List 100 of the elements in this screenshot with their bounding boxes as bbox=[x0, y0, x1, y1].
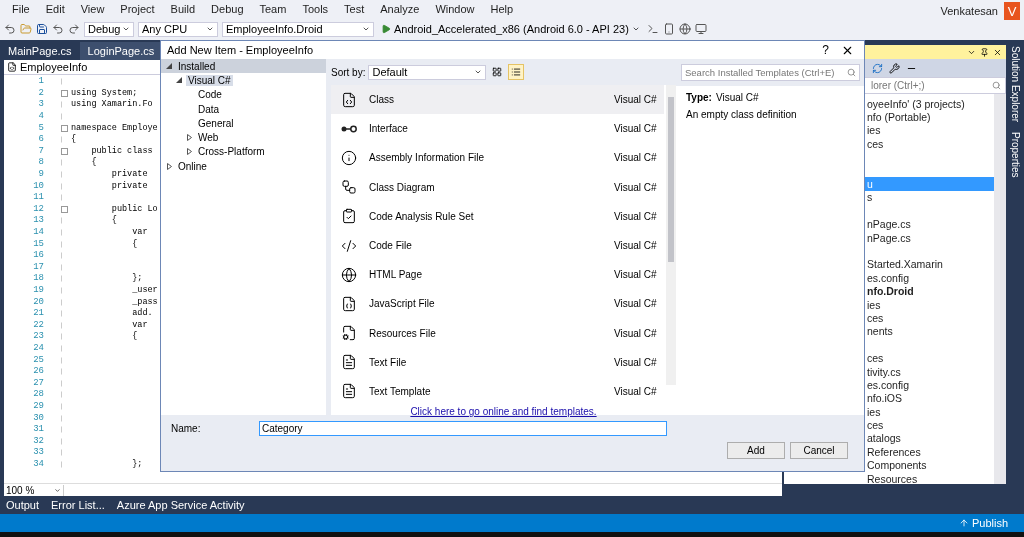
menu-item[interactable]: Tools bbox=[294, 3, 337, 15]
editor-tab[interactable]: MainPage.cs bbox=[0, 42, 80, 60]
tree-item[interactable]: Resources bbox=[784, 471, 994, 484]
type-label: Type: bbox=[686, 92, 712, 103]
code-line: _pass bbox=[131, 296, 158, 308]
play-icon[interactable] bbox=[381, 24, 391, 34]
navigation-label[interactable]: EmployeeInfo bbox=[20, 61, 88, 73]
close-icon[interactable] bbox=[993, 47, 1002, 57]
scrollbar[interactable] bbox=[666, 85, 676, 385]
fold-icon[interactable] bbox=[61, 124, 68, 132]
fold-icon[interactable] bbox=[61, 89, 68, 97]
menu-item[interactable]: Team bbox=[251, 3, 295, 15]
menu-item[interactable]: Build bbox=[162, 3, 204, 15]
pin-icon[interactable] bbox=[980, 47, 989, 57]
menu-item[interactable]: Help bbox=[482, 3, 522, 15]
side-tab[interactable]: Solution Explorer bbox=[1009, 46, 1021, 123]
line-number: 18 bbox=[32, 273, 44, 285]
tree-item[interactable]: Data bbox=[161, 101, 326, 117]
user-name[interactable]: Venkatesan bbox=[940, 5, 998, 17]
monitor-icon[interactable] bbox=[694, 23, 707, 35]
tool-window-tab[interactable]: Azure App Service Activity bbox=[110, 499, 251, 511]
configuration-dropdown[interactable]: Debug bbox=[84, 21, 134, 37]
caret-icon[interactable] bbox=[474, 68, 483, 76]
template-item[interactable]: Interface Visual C# bbox=[331, 114, 664, 144]
line-number: 12 bbox=[32, 203, 44, 215]
globe-icon[interactable] bbox=[678, 23, 691, 35]
add-button[interactable]: Add bbox=[727, 442, 785, 459]
menu-item[interactable]: Test bbox=[336, 3, 373, 15]
search-icon[interactable] bbox=[992, 81, 1001, 90]
arrow-up-icon[interactable] bbox=[958, 518, 969, 528]
code-line: public Lo bbox=[110, 203, 158, 215]
back-icon[interactable] bbox=[4, 23, 16, 35]
run-button[interactable]: Android_Accelerated_x86 (Android 6.0 - API 23) bbox=[378, 20, 643, 38]
refresh-icon[interactable] bbox=[872, 62, 883, 74]
template-item[interactable]: Class Diagram Visual C# bbox=[331, 172, 664, 202]
code-line: var bbox=[131, 227, 148, 238]
tree-item[interactable]: Installed bbox=[161, 59, 326, 74]
side-tab[interactable]: Properties bbox=[1009, 132, 1021, 178]
undo-icon[interactable] bbox=[52, 23, 64, 35]
tree-item[interactable]: Online bbox=[161, 159, 326, 174]
line-number: 19 bbox=[32, 285, 44, 296]
fold-icon[interactable] bbox=[61, 147, 68, 155]
cancel-button[interactable]: Cancel bbox=[790, 442, 848, 459]
search-icon[interactable] bbox=[847, 68, 856, 77]
line-number: 6 bbox=[37, 134, 44, 146]
sort-label: Sort by: bbox=[331, 66, 366, 78]
help-button[interactable]: ? bbox=[822, 43, 829, 57]
tree-item[interactable]: Web bbox=[161, 130, 326, 145]
template-item[interactable]: Class Visual C# bbox=[331, 85, 664, 115]
code-line: }; bbox=[131, 458, 143, 470]
tree-item[interactable]: Visual C# bbox=[161, 73, 326, 88]
search-field[interactable]: Search Installed Templates (Ctrl+E) bbox=[681, 64, 860, 81]
sort-dropdown[interactable]: Default bbox=[368, 64, 487, 80]
tree-item[interactable]: General bbox=[161, 116, 326, 131]
code-line: namespace Employe bbox=[71, 122, 158, 134]
online-templates-link[interactable]: Click here to go online and find templates. bbox=[410, 406, 597, 418]
template-item[interactable]: HTML Page Visual C# bbox=[331, 260, 664, 290]
menu-item[interactable]: Analyze bbox=[372, 3, 428, 15]
caret-icon[interactable] bbox=[362, 25, 370, 33]
code-line: var bbox=[131, 319, 148, 331]
template-item[interactable]: JavaScript File Visual C# bbox=[331, 289, 664, 319]
tool-window-tab[interactable]: Error List... bbox=[45, 499, 111, 511]
publish-button[interactable]: Publish bbox=[952, 516, 1014, 530]
menu-item[interactable]: View bbox=[72, 3, 113, 15]
menu-item[interactable]: Debug bbox=[203, 3, 252, 15]
caret-icon[interactable] bbox=[631, 25, 640, 33]
menu-item[interactable]: Project bbox=[112, 3, 163, 15]
tree-item[interactable]: Cross-Platform bbox=[161, 144, 326, 160]
save-icon[interactable] bbox=[36, 23, 48, 35]
line-number: 34 bbox=[32, 458, 44, 470]
redo-icon[interactable] bbox=[68, 23, 80, 35]
startup-project-dropdown[interactable]: EmployeeInfo.Droid bbox=[222, 21, 374, 37]
caret-icon[interactable] bbox=[206, 25, 214, 33]
user-avatar[interactable]: V bbox=[1004, 2, 1020, 20]
template-item[interactable]: Resources File Visual C# bbox=[331, 318, 664, 348]
zoom-dropdown[interactable]: 100 % bbox=[4, 484, 64, 496]
tool-window-tab[interactable]: Output bbox=[0, 499, 46, 511]
line-number: 30 bbox=[32, 412, 44, 424]
menu-item[interactable]: File bbox=[4, 3, 38, 15]
terminal-icon[interactable] bbox=[646, 23, 659, 35]
caret-icon[interactable] bbox=[122, 25, 130, 33]
phone-icon[interactable] bbox=[662, 23, 675, 35]
line-number: 20 bbox=[32, 296, 44, 308]
line-number: 14 bbox=[32, 227, 44, 238]
template-item[interactable]: Text Template Visual C# bbox=[331, 376, 664, 407]
editor-tab[interactable]: LoginPage.cs bbox=[79, 42, 163, 60]
fold-icon[interactable] bbox=[61, 205, 68, 213]
caret-icon[interactable] bbox=[54, 486, 61, 494]
template-item[interactable]: Code Analysis Rule Set Visual C# bbox=[331, 201, 664, 231]
name-field[interactable]: Category bbox=[259, 421, 667, 436]
menu-item[interactable]: Edit bbox=[37, 3, 73, 15]
template-item[interactable]: Text File Visual C# bbox=[331, 347, 664, 377]
collapsed-arrow-icon[interactable] bbox=[166, 162, 172, 170]
line-number: 28 bbox=[32, 389, 44, 401]
template-item[interactable]: Code File Visual C# bbox=[331, 230, 664, 261]
menu-item[interactable]: Window bbox=[427, 3, 483, 15]
platform-dropdown[interactable]: Any CPU bbox=[138, 21, 218, 37]
wrench-icon[interactable] bbox=[889, 62, 900, 74]
template-item[interactable]: Assembly Information File Visual C# bbox=[331, 143, 664, 173]
tree-item[interactable]: Code bbox=[161, 87, 326, 102]
